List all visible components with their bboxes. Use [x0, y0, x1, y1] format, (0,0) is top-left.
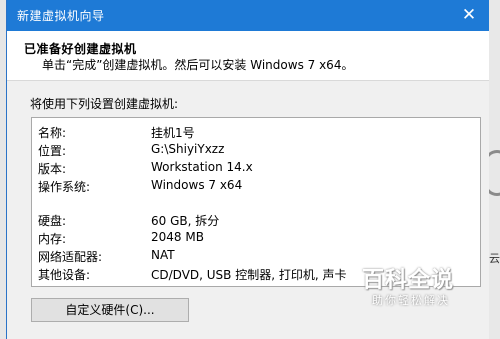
watermark-sub-text: 助你轻松解决 — [372, 294, 450, 307]
summary-key: 位置: — [38, 144, 67, 158]
wizard-header: 已准备好创建虚拟机 单击“完成”创建虚拟机。然后可以安装 Windows 7 x… — [7, 31, 489, 81]
window-title: 新建虚拟机向导 — [17, 9, 105, 23]
summary-key: 硬盘: — [38, 214, 67, 228]
summary-value: G:\ShiyiYxzz — [151, 142, 225, 156]
header-title: 已准备好创建虚拟机 — [24, 42, 137, 56]
summary-row-memory: 内存: 2048 MB — [38, 230, 478, 248]
summary-row-location: 位置: G:\ShiyiYxzz — [38, 142, 478, 160]
summary-value: Workstation 14.x — [151, 160, 253, 174]
summary-value: NAT — [151, 248, 175, 262]
customize-hardware-button[interactable]: 自定义硬件(C)... — [31, 298, 189, 322]
summary-key: 内存: — [38, 232, 67, 246]
title-bar[interactable]: 新建虚拟机向导 ✕ — [7, 0, 489, 31]
summary-row-version: 版本: Workstation 14.x — [38, 160, 478, 178]
summary-row-name: 名称: 挂机1号 — [38, 124, 478, 142]
summary-key: 网络适配器: — [38, 250, 103, 264]
header-subtitle: 单击“完成”创建虚拟机。然后可以安装 Windows 7 x64。 — [42, 58, 354, 72]
watermark-logo: 百科全说 助你轻松解决 — [352, 262, 462, 312]
summary-value: 挂机1号 — [151, 126, 195, 140]
summary-value: 2048 MB — [151, 230, 204, 244]
summary-key: 操作系统: — [38, 180, 91, 194]
summary-key: 版本: — [38, 162, 67, 176]
watermark-main-text: 百科全说 — [362, 268, 455, 293]
summary-value: 60 GB, 拆分 — [151, 214, 220, 228]
background-text-fragment: 云 — [489, 252, 500, 265]
close-icon[interactable]: ✕ — [453, 0, 485, 31]
summary-value: Windows 7 x64 — [151, 178, 243, 192]
summary-key: 其他设备: — [38, 268, 91, 282]
summary-row-disk: 硬盘: 60 GB, 拆分 — [38, 212, 478, 230]
summary-label: 将使用下列设置创建虚拟机: — [30, 97, 179, 111]
summary-key: 名称: — [38, 126, 67, 140]
summary-value: CD/DVD, USB 控制器, 打印机, 声卡 — [151, 268, 347, 282]
screen: 云 新建虚拟机向导 ✕ 已准备好创建虚拟机 单击“完成”创建虚拟机。然后可以安装… — [0, 0, 500, 339]
summary-row-os: 操作系统: Windows 7 x64 — [38, 178, 478, 196]
